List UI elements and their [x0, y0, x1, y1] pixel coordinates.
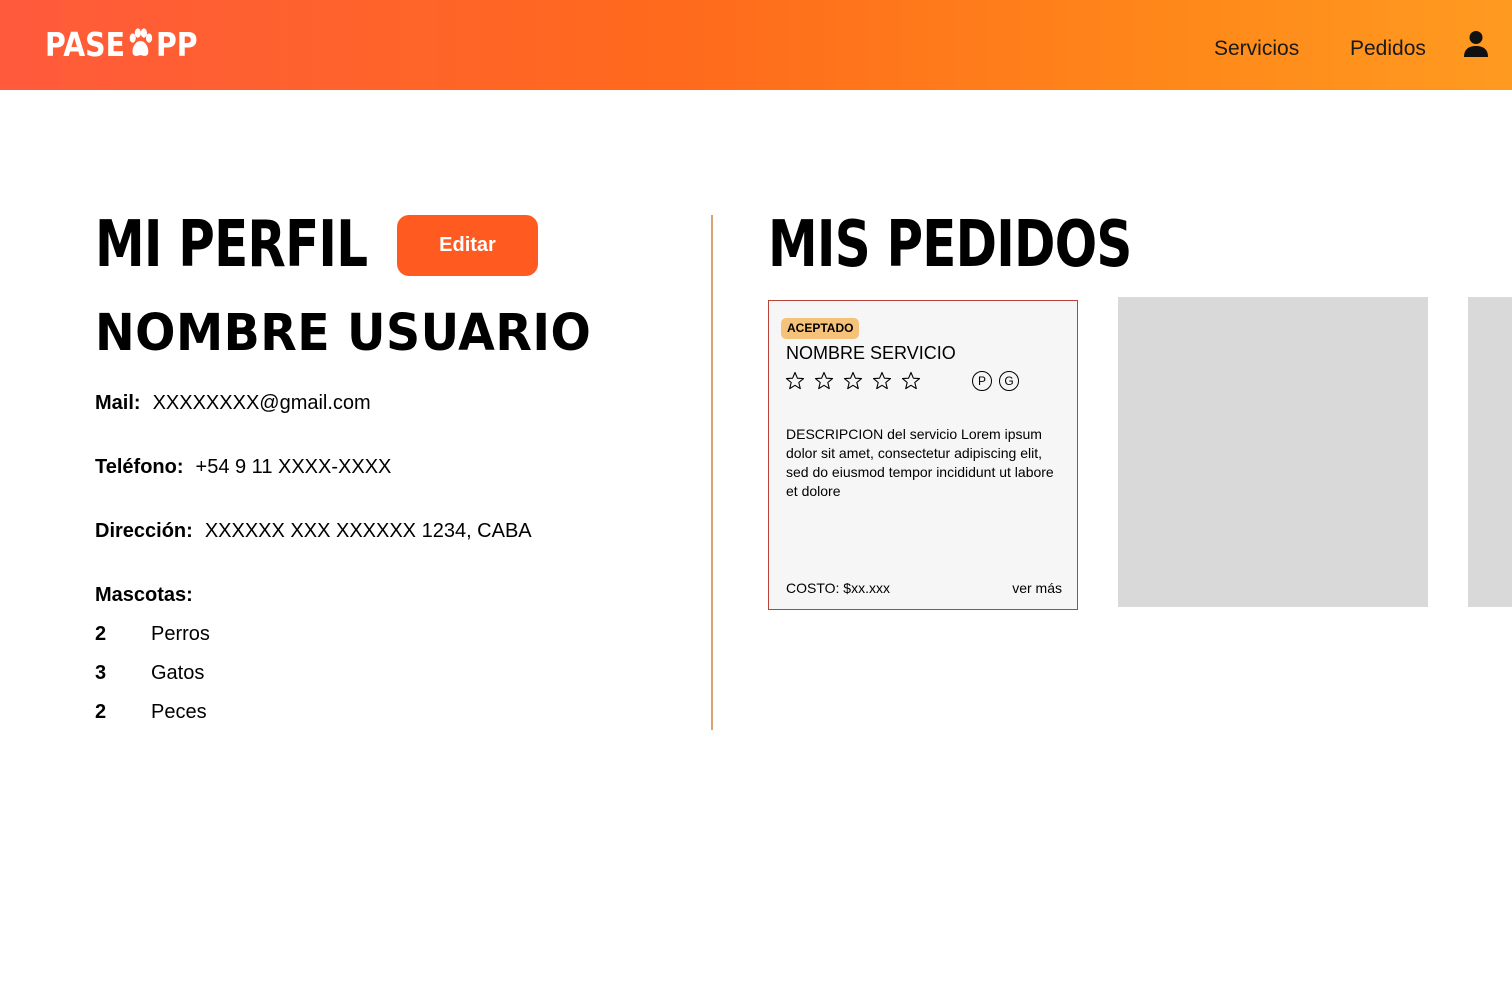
order-card[interactable]: ACEPTADO NOMBRE SERVICIO P G DESCRIPCION…: [768, 300, 1078, 610]
phone-value: +54 9 11 XXXX-XXXX: [195, 456, 392, 478]
service-name: NOMBRE SERVICIO: [786, 343, 956, 363]
pet-type: Perros: [151, 623, 210, 645]
service-description: DESCRIPCION del servicio Lorem ipsum dol…: [786, 426, 1054, 499]
star-icon[interactable]: [901, 371, 921, 391]
order-card-placeholder: [1118, 297, 1428, 607]
mail-field: Mail: XXXXXXXX@gmail.com: [95, 390, 371, 416]
star-icon[interactable]: [843, 371, 863, 391]
pet-count: 2: [95, 623, 107, 645]
paw-icon: [129, 28, 153, 56]
phone-label: Teléfono:: [95, 456, 184, 478]
pets-label: Mascotas:: [95, 584, 193, 606]
profile-title: MI PERFIL: [95, 208, 368, 282]
status-badge: ACEPTADO: [781, 318, 860, 339]
top-header: PASE PP Servicios Pedidos: [0, 0, 1512, 90]
nav-pedidos[interactable]: Pedidos: [1350, 36, 1426, 62]
edit-profile-button[interactable]: Editar: [397, 215, 538, 276]
pet-row: 2 Peces: [95, 699, 207, 725]
order-card-placeholder: [1468, 297, 1512, 607]
pet-count: 3: [95, 662, 107, 684]
app-logo[interactable]: PASE PP: [45, 24, 198, 64]
mail-label: Mail:: [95, 392, 141, 414]
service-cost: COSTO: $xx.xxx: [786, 580, 890, 596]
see-more-link[interactable]: ver más: [1012, 580, 1062, 596]
logo-text-right: PP: [155, 24, 198, 64]
pet-row: 3 Gatos: [95, 660, 204, 686]
user-icon[interactable]: [1463, 30, 1489, 58]
phone-field: Teléfono: +54 9 11 XXXX-XXXX: [95, 454, 391, 480]
logo-text-left: PASE: [45, 24, 125, 64]
circled-g-icon: G: [999, 371, 1019, 391]
address-label: Dirección:: [95, 520, 193, 542]
pet-type: Gatos: [151, 662, 205, 684]
rating-stars: [785, 371, 921, 391]
mail-value: XXXXXXXX@gmail.com: [152, 392, 371, 414]
nav-servicios[interactable]: Servicios: [1214, 36, 1299, 62]
star-icon[interactable]: [872, 371, 892, 391]
pet-row: 2 Perros: [95, 621, 210, 647]
star-icon[interactable]: [814, 371, 834, 391]
pet-type: Peces: [151, 701, 207, 723]
address-field: Dirección: XXXXXX XXX XXXXXX 1234, CABA: [95, 518, 532, 544]
pet-count: 2: [95, 701, 107, 723]
address-value: XXXXXX XXX XXXXXX 1234, CABA: [204, 520, 532, 542]
star-icon[interactable]: [785, 371, 805, 391]
section-divider: [711, 215, 713, 730]
circled-p-icon: P: [972, 371, 992, 391]
orders-title: MIS PEDIDOS: [768, 208, 1132, 282]
username: NOMBRE USUARIO: [95, 304, 592, 363]
